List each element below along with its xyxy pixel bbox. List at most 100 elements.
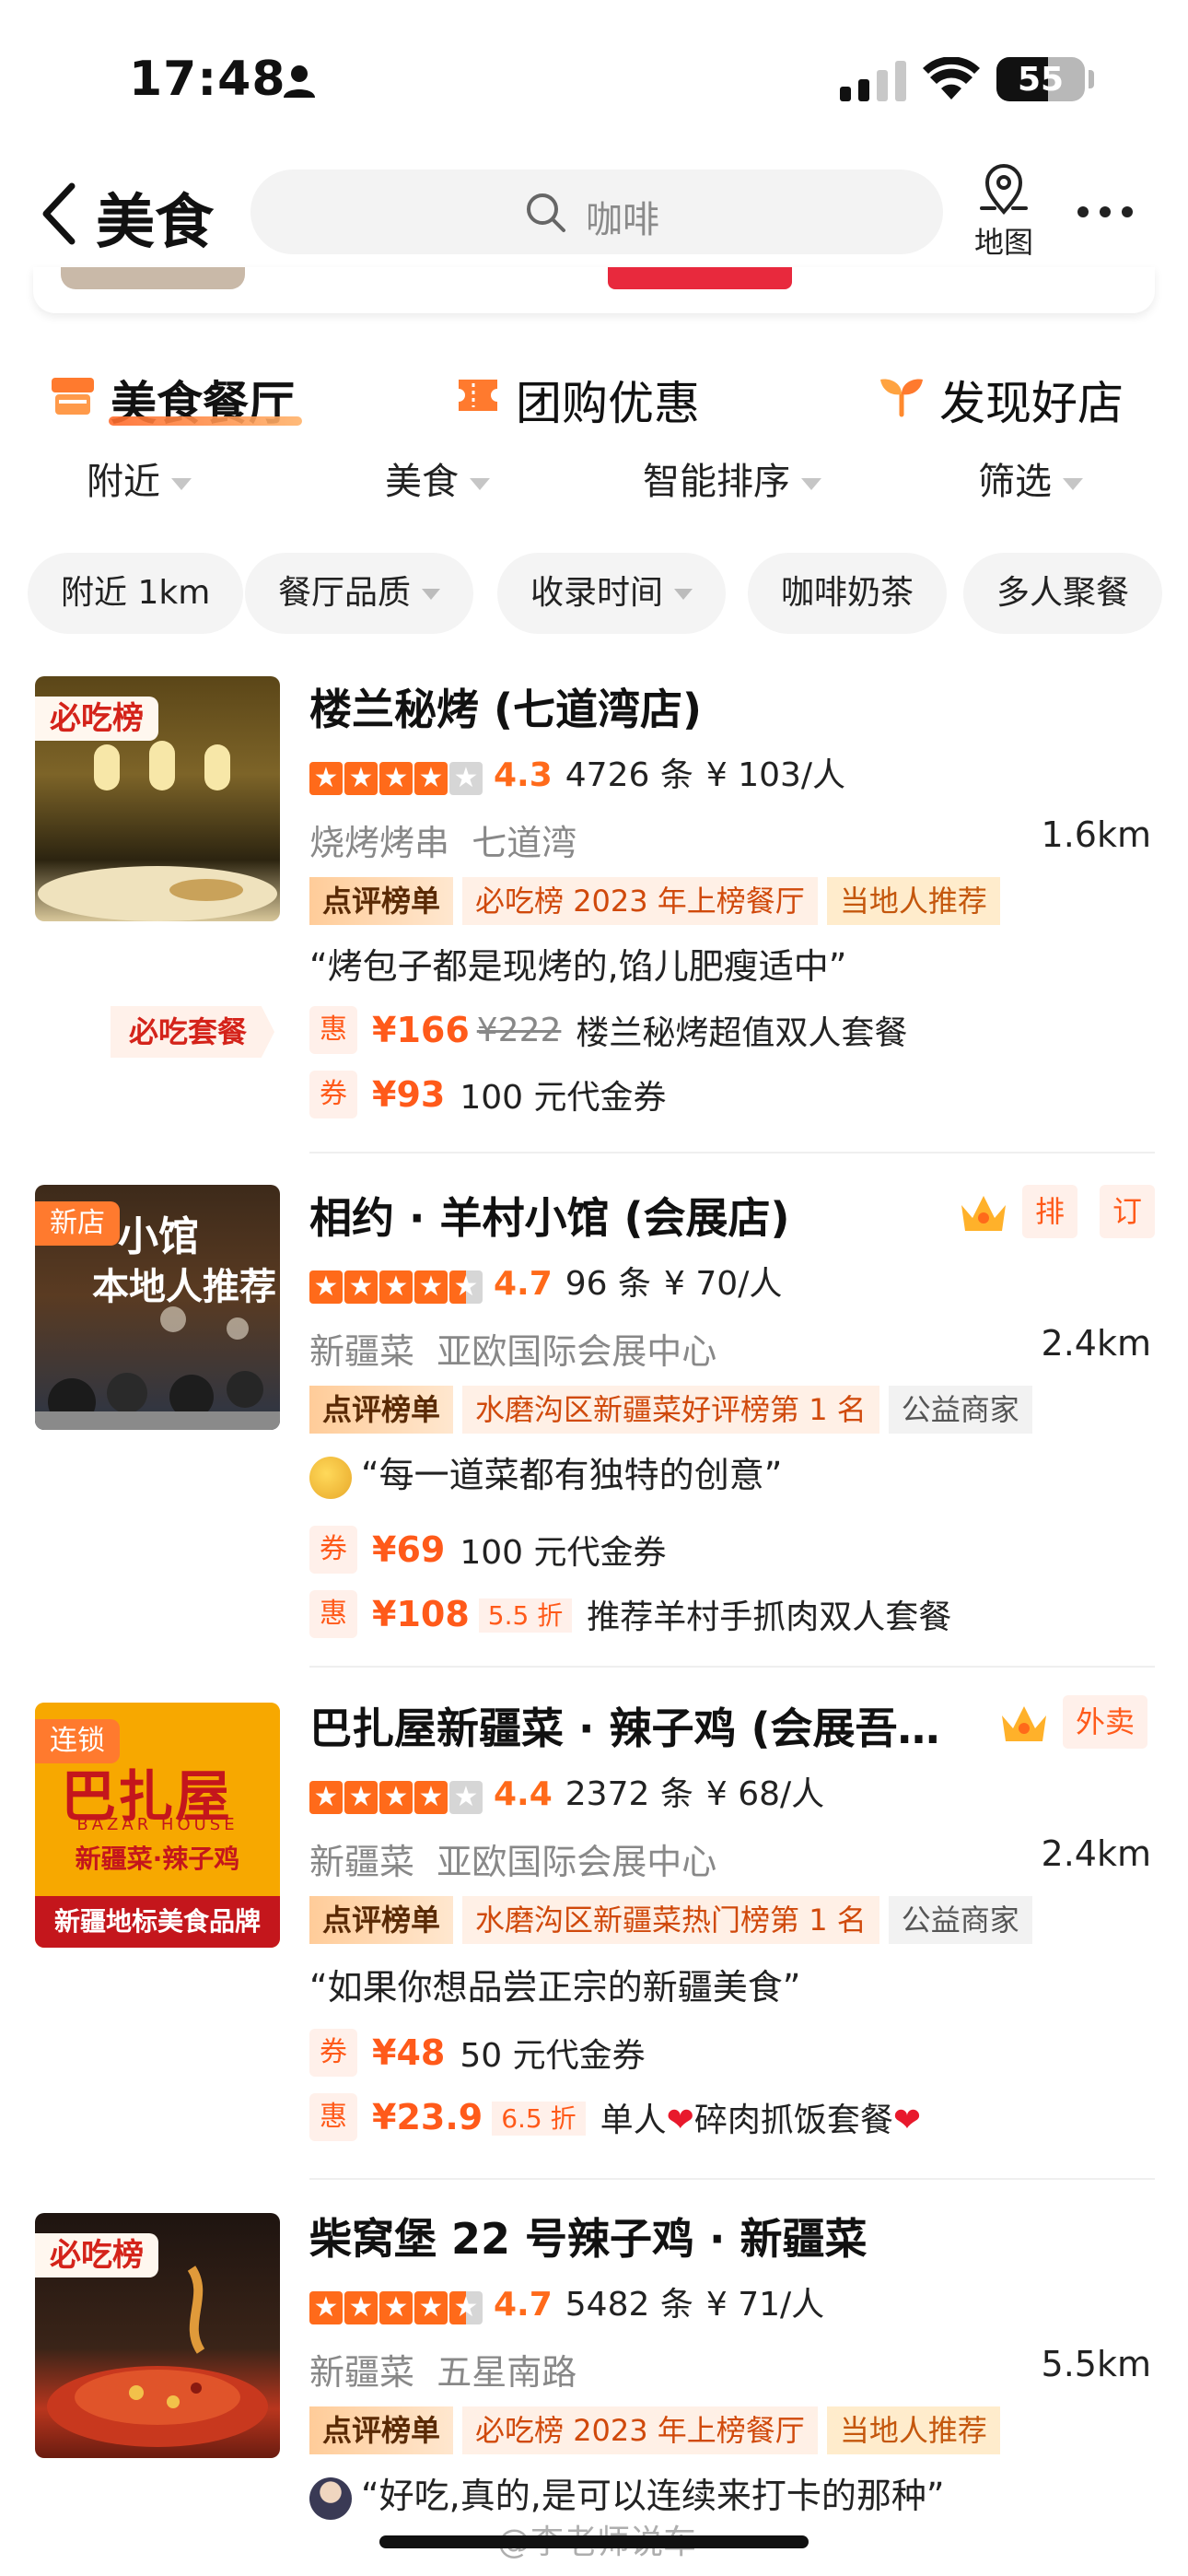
- restaurant-name: 柴窝堡 22 号辣子鸡 · 新疆菜: [309, 2214, 868, 2264]
- area: 五星南路: [437, 2352, 577, 2393]
- queue-tag[interactable]: 排: [1022, 1185, 1078, 1238]
- sort-filter[interactable]: 筛选: [978, 451, 1083, 505]
- deal-type-badge: 惠: [309, 1006, 357, 1054]
- deal-name-part: 碎肉抓饭套餐: [693, 2102, 893, 2139]
- sort-bar: 附近 美食 智能排序 筛选: [0, 451, 1188, 516]
- deal-price: ¥108: [372, 1594, 470, 1634]
- map-button[interactable]: 地图: [967, 162, 1041, 263]
- map-label: 地图: [973, 225, 1033, 260]
- rank-tag[interactable]: 必吃榜 2023 年上榜餐厅: [462, 2406, 818, 2454]
- chip-label: 咖啡奶茶: [781, 574, 914, 612]
- local-recommend-tag: 当地人推荐: [826, 877, 1000, 925]
- search-input[interactable]: 咖啡: [250, 170, 943, 254]
- ranking-list-tag: 点评榜单: [309, 1896, 454, 1944]
- crown-icon: [961, 1196, 1006, 1231]
- divider: [309, 2178, 1155, 2180]
- heart-icon: ❤: [892, 2102, 922, 2139]
- sort-cuisine[interactable]: 美食: [385, 451, 490, 505]
- area: 亚欧国际会展中心: [437, 1331, 717, 1372]
- home-indicator[interactable]: [379, 2535, 809, 2548]
- deal-name: 50 元代金券: [460, 2037, 646, 2075]
- tag-row: 点评榜单 必吃榜 2023 年上榜餐厅 当地人推荐: [309, 877, 1009, 925]
- cuisine: 新疆菜: [309, 1842, 415, 1882]
- deal-row[interactable]: 券 ¥48 50 元代金券: [309, 2029, 646, 2080]
- sort-nearby[interactable]: 附近: [87, 451, 192, 505]
- tab-group-deals[interactable]: 团购优惠: [455, 359, 731, 433]
- deal-name: 100 元代金券: [460, 1534, 667, 1572]
- chip-group-dining[interactable]: 多人聚餐: [963, 553, 1163, 634]
- map-pin-icon: [980, 164, 1028, 216]
- restaurant-card[interactable]: 巴扎屋 BAZAR HOUSE 新疆菜·辣子鸡 新疆地标美食品牌 连锁 巴扎屋新…: [0, 1695, 1188, 2174]
- deal-row[interactable]: 券 ¥93 100 元代金券: [309, 1071, 667, 1122]
- tag-row: 点评榜单 水磨沟区新疆菜好评榜第 1 名公益商家: [309, 1386, 1042, 1434]
- ranking-list-tag: 点评榜单: [309, 2406, 454, 2454]
- chip-label: 收录时间: [530, 574, 664, 612]
- chevron-down-icon: [801, 477, 821, 490]
- status-bar: 17:48 55: [0, 0, 1188, 157]
- category-tabs: 美食餐厅 团购优惠 发现好店: [0, 350, 1188, 442]
- clock: 17:48: [129, 52, 286, 107]
- restaurant-photo: 巴扎屋 BAZAR HOUSE 新疆菜·辣子鸡 新疆地标美食品牌 连锁: [35, 1703, 280, 1948]
- avg-price: ¥ 68/人: [705, 1775, 825, 1813]
- deal-price: ¥166: [372, 1010, 470, 1050]
- rating-row: 4.3 4726 条 ¥ 103/人: [309, 748, 845, 797]
- chevron-down-icon: [1063, 477, 1083, 490]
- review-count: 2372 条: [565, 1775, 693, 1813]
- chip-nearby-1km[interactable]: 附近 1km: [28, 553, 244, 634]
- deal-type-badge: 券: [309, 1526, 357, 1574]
- deal-row[interactable]: 惠 ¥23.9 6.5 折单人❤碎肉抓饭套餐❤: [309, 2093, 921, 2145]
- deal-row[interactable]: 惠 ¥166 ¥222 楼兰秘烤超值双人套餐: [309, 1006, 907, 1058]
- cuisine-area: 新疆菜 亚欧国际会展中心: [309, 1833, 716, 1884]
- distance: 5.5km: [1041, 2344, 1151, 2384]
- review-count: 96 条: [565, 1265, 652, 1303]
- distance: 2.4km: [1041, 1323, 1151, 1364]
- area: 亚欧国际会展中心: [437, 1842, 717, 1882]
- quote-text: “好吃,真的,是可以连续来打卡的那种”: [361, 2476, 945, 2516]
- tab-discover[interactable]: 发现好店: [879, 359, 1155, 433]
- distance: 2.4km: [1041, 1833, 1151, 1874]
- distance: 1.6km: [1041, 814, 1151, 855]
- back-arrow-icon[interactable]: [33, 177, 88, 251]
- restaurant-photo: 必吃榜: [35, 676, 280, 921]
- deal-type-badge: 券: [309, 1071, 357, 1118]
- logo-sub: BAZAR HOUSE: [76, 1815, 239, 1834]
- deal-name: 100 元代金券: [460, 1079, 667, 1117]
- reserve-tag[interactable]: 订: [1100, 1185, 1156, 1238]
- deal-row[interactable]: 券 ¥69 100 元代金券: [309, 1526, 667, 1577]
- reviewer-avatar: [309, 2476, 352, 2520]
- rank-tag[interactable]: 水磨沟区新疆菜热门榜第 1 名: [462, 1896, 879, 1944]
- restaurant-card[interactable]: 必吃榜 楼兰秘烤 (七道湾店) 4.3 4726 条 ¥ 103/人 烧烤烤串 七道…: [0, 676, 1188, 1155]
- quote-text: “每一道菜都有独特的创意”: [361, 1455, 783, 1495]
- review-quote: “每一道菜都有独特的创意”: [309, 1446, 782, 1499]
- search-placeholder: 咖啡: [586, 199, 659, 241]
- review-quote: “烤包子都是现烤的,馅儿肥瘦适中”: [309, 946, 847, 987]
- sprout-icon: [880, 379, 923, 417]
- restaurant-card[interactable]: 必吃榜 柴窝堡 22 号辣子鸡 · 新疆菜 4.7 5482 条 ¥ 71/人 新疆…: [0, 2206, 1188, 2556]
- deal-row[interactable]: 惠 ¥108 5.5 折推荐羊村手抓肉双人套餐: [309, 1590, 951, 1642]
- coupon-icon: [459, 380, 497, 411]
- tab-food-restaurants[interactable]: 美食餐厅: [50, 359, 326, 433]
- restaurant-photo: 小馆 本地人推荐 新店: [35, 1185, 280, 1430]
- sort-label: 智能排序: [643, 461, 790, 503]
- chip-label: 附近 1km: [61, 574, 211, 612]
- rank-tag[interactable]: 必吃榜 2023 年上榜餐厅: [462, 877, 818, 925]
- chip-quality[interactable]: 餐厅品质: [245, 553, 474, 634]
- rating-score: 4.3: [494, 756, 553, 794]
- review-quote: “好吃,真的,是可以连续来打卡的那种”: [309, 2467, 945, 2520]
- cuisine-area: 烧烤烤串 七道湾: [309, 814, 577, 865]
- more-icon[interactable]: [1076, 203, 1135, 221]
- divider: [309, 1666, 1155, 1668]
- tab-label: 团购优惠: [516, 377, 700, 430]
- rank-tag[interactable]: 水磨沟区新疆菜好评榜第 1 名: [462, 1386, 879, 1434]
- discount-tag: 5.5 折: [478, 1598, 573, 1633]
- heart-icon: ❤: [666, 2102, 694, 2139]
- sort-label: 美食: [385, 461, 459, 503]
- chip-label: 餐厅品质: [278, 574, 412, 612]
- reviewer-avatar: [309, 1456, 352, 1499]
- chip-added-time[interactable]: 收录时间: [497, 553, 727, 634]
- charity-tag: 公益商家: [888, 1386, 1032, 1434]
- delivery-tag[interactable]: 外卖: [1063, 1695, 1148, 1749]
- restaurant-card[interactable]: 小馆 本地人推荐 新店 相约 · 羊村小馆 (会展店) 排 订 4.7 96 条 ¥…: [0, 1185, 1188, 1664]
- sort-smart[interactable]: 智能排序: [643, 451, 821, 505]
- chip-coffee-tea[interactable]: 咖啡奶茶: [748, 553, 948, 634]
